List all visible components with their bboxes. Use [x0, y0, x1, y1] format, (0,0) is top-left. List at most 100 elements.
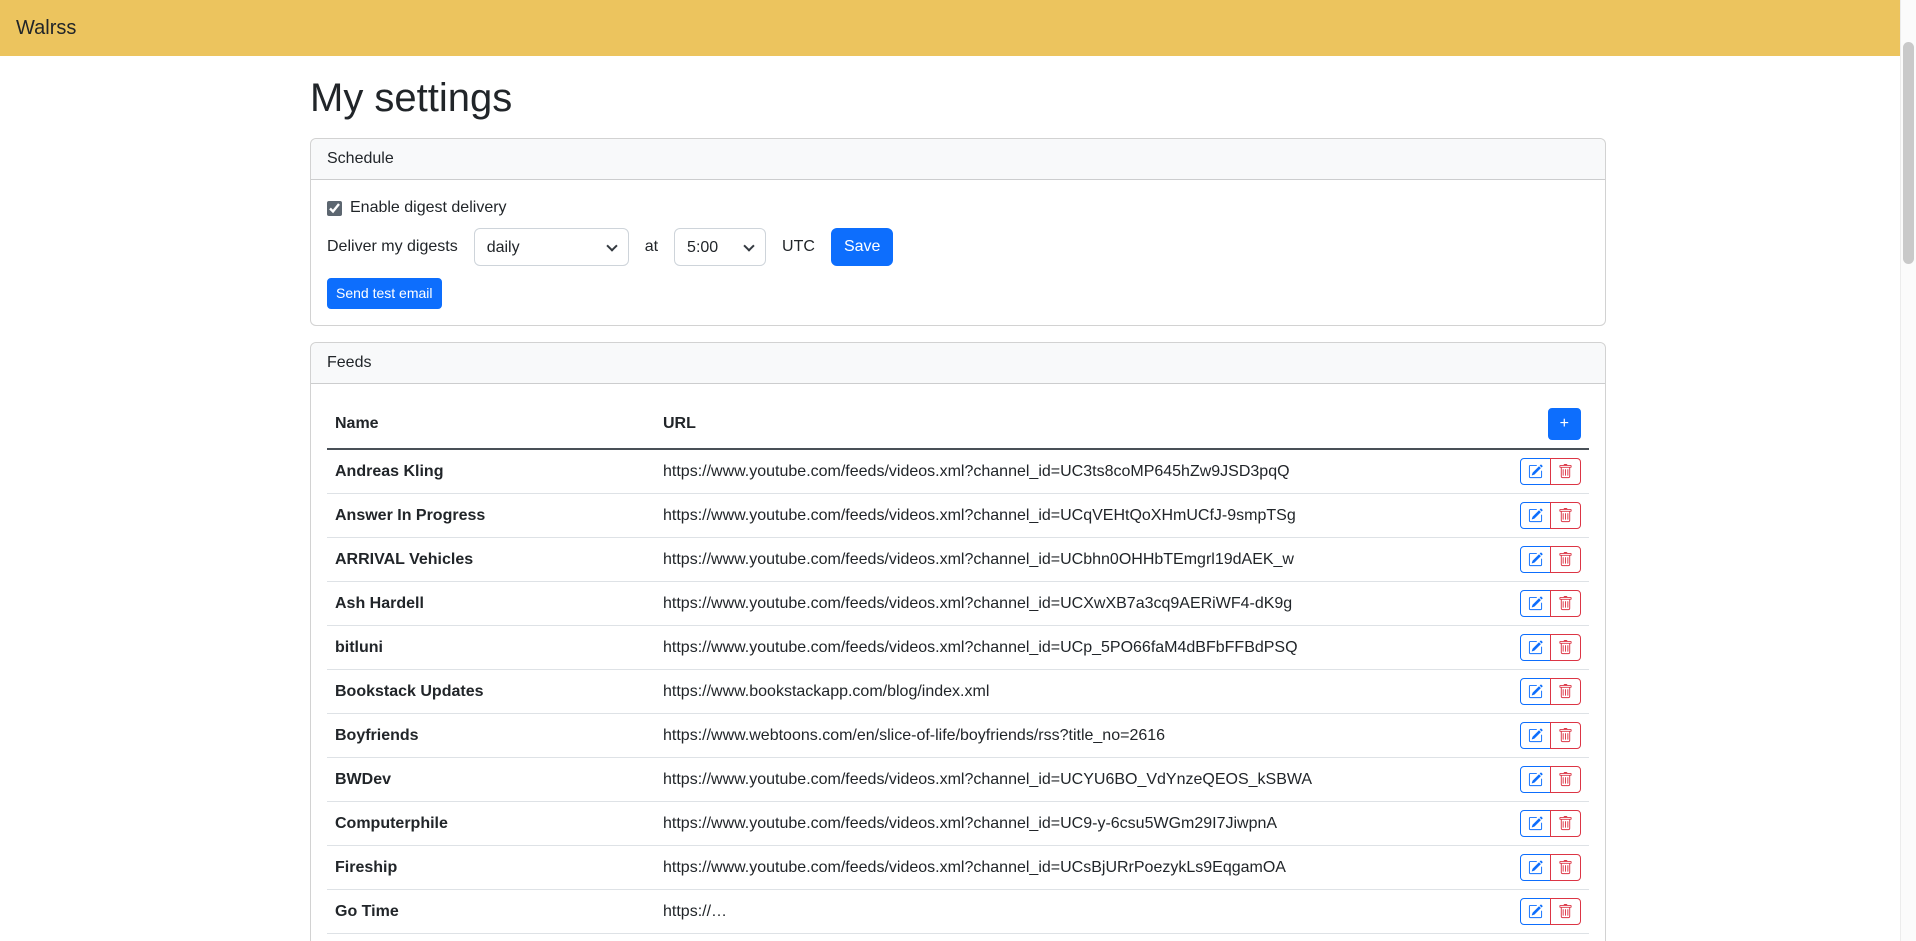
enable-digest-row: Enable digest delivery [327, 196, 1589, 220]
edit-feed-button[interactable] [1520, 766, 1551, 793]
feed-actions [1479, 714, 1589, 758]
save-button[interactable]: Save [831, 228, 893, 266]
feeds-card: Feeds Name URL + Andreas Kling https://w… [310, 342, 1606, 941]
feed-name: bitluni [327, 626, 655, 670]
delete-feed-button[interactable] [1550, 766, 1581, 793]
time-select-wrap: 5:00 [674, 228, 766, 266]
main-content: My settings Schedule Enable digest deliv… [298, 74, 1618, 941]
pencil-square-icon [1528, 464, 1543, 479]
feed-actions [1479, 802, 1589, 846]
feed-name: Boyfriends [327, 714, 655, 758]
schedule-card-body: Enable digest delivery Deliver my digest… [311, 180, 1605, 325]
table-row: Computerphile https://www.youtube.com/fe… [327, 802, 1589, 846]
delete-feed-button[interactable] [1550, 546, 1581, 573]
feed-url: https://www.youtube.com/feeds/videos.xml… [655, 538, 1479, 582]
navbar-brand[interactable]: Walrss [16, 17, 76, 39]
table-row: Andreas Kling https://www.youtube.com/fe… [327, 449, 1589, 494]
feed-url: https://www.bookstackapp.com/blog/index.… [655, 670, 1479, 714]
table-row: Ash Hardell https://www.youtube.com/feed… [327, 582, 1589, 626]
delete-feed-button[interactable] [1550, 810, 1581, 837]
edit-feed-button[interactable] [1520, 546, 1551, 573]
table-row: Bookstack Updates https://www.bookstacka… [327, 670, 1589, 714]
feed-actions [1479, 494, 1589, 538]
feed-actions-group [1520, 898, 1581, 925]
edit-feed-button[interactable] [1520, 502, 1551, 529]
feed-name: Answer In Progress [327, 494, 655, 538]
edit-feed-button[interactable] [1520, 854, 1551, 881]
feed-url: https://www.youtube.com/feeds/videos.xml… [655, 582, 1479, 626]
timezone-label: UTC [782, 238, 815, 256]
trash-icon [1558, 816, 1573, 831]
feed-actions-group [1520, 502, 1581, 529]
table-row: BWDev https://www.youtube.com/feeds/vide… [327, 758, 1589, 802]
edit-feed-button[interactable] [1520, 722, 1551, 749]
time-select[interactable]: 5:00 [674, 228, 766, 266]
feed-actions-group [1520, 810, 1581, 837]
feed-actions-group [1520, 722, 1581, 749]
delete-feed-button[interactable] [1550, 898, 1581, 925]
edit-feed-button[interactable] [1520, 810, 1551, 837]
navbar: Walrss [0, 0, 1916, 56]
delete-feed-button[interactable] [1550, 854, 1581, 881]
enable-digest-label: Enable digest delivery [350, 199, 507, 217]
feed-url: https://www.youtube.com/feeds/videos.xml… [655, 449, 1479, 494]
table-row: Boyfriends https://www.webtoons.com/en/s… [327, 714, 1589, 758]
delete-feed-button[interactable] [1550, 722, 1581, 749]
feed-actions [1479, 890, 1589, 934]
deliver-digests-label: Deliver my digests [327, 238, 458, 256]
edit-feed-button[interactable] [1520, 590, 1551, 617]
delete-feed-button[interactable] [1550, 678, 1581, 705]
delete-feed-button[interactable] [1550, 634, 1581, 661]
pencil-square-icon [1528, 728, 1543, 743]
table-row: Answer In Progress https://www.youtube.c… [327, 494, 1589, 538]
feed-actions [1479, 582, 1589, 626]
feed-actions-group [1520, 458, 1581, 485]
trash-icon [1558, 464, 1573, 479]
feeds-card-header: Feeds [311, 343, 1605, 384]
delete-feed-button[interactable] [1550, 590, 1581, 617]
feeds-card-body: Name URL + Andreas Kling https://www.you… [311, 384, 1605, 941]
delete-feed-button[interactable] [1550, 502, 1581, 529]
feed-url: https://www.youtube.com/feeds/videos.xml… [655, 626, 1479, 670]
page-title: My settings [310, 74, 1606, 122]
trash-icon [1558, 772, 1573, 787]
feed-url: https://… [655, 890, 1479, 934]
trash-icon [1558, 684, 1573, 699]
column-header-name: Name [327, 400, 655, 449]
at-label: at [645, 238, 658, 256]
feed-name: Bookstack Updates [327, 670, 655, 714]
add-feed-button[interactable]: + [1548, 408, 1581, 440]
feed-actions-group [1520, 766, 1581, 793]
feed-url: https://www.youtube.com/feeds/videos.xml… [655, 494, 1479, 538]
table-row: bitluni https://www.youtube.com/feeds/vi… [327, 626, 1589, 670]
column-header-actions: + [1479, 400, 1589, 449]
pencil-square-icon [1528, 640, 1543, 655]
scrollbar[interactable] [1900, 0, 1916, 941]
feed-name: Ash Hardell [327, 582, 655, 626]
feed-name: BWDev [327, 758, 655, 802]
feed-actions [1479, 846, 1589, 890]
feed-actions [1479, 670, 1589, 714]
feed-url: https://www.webtoons.com/en/slice-of-lif… [655, 714, 1479, 758]
trash-icon [1558, 596, 1573, 611]
edit-feed-button[interactable] [1520, 678, 1551, 705]
pencil-square-icon [1528, 816, 1543, 831]
pencil-square-icon [1528, 596, 1543, 611]
frequency-select[interactable]: daily [474, 228, 629, 266]
feeds-table: Name URL + Andreas Kling https://www.you… [327, 400, 1589, 934]
delete-feed-button[interactable] [1550, 458, 1581, 485]
feed-name: Andreas Kling [327, 449, 655, 494]
send-test-email-button[interactable]: Send test email [327, 278, 442, 309]
trash-icon [1558, 508, 1573, 523]
edit-feed-button[interactable] [1520, 898, 1551, 925]
pencil-square-icon [1528, 552, 1543, 567]
trash-icon [1558, 904, 1573, 919]
edit-feed-button[interactable] [1520, 458, 1551, 485]
schedule-card: Schedule Enable digest delivery Deliver … [310, 138, 1606, 326]
scrollbar-thumb[interactable] [1903, 42, 1914, 264]
feed-actions-group [1520, 678, 1581, 705]
edit-feed-button[interactable] [1520, 634, 1551, 661]
feed-url: https://www.youtube.com/feeds/videos.xml… [655, 846, 1479, 890]
enable-digest-checkbox[interactable] [327, 201, 342, 216]
feed-url: https://www.youtube.com/feeds/videos.xml… [655, 758, 1479, 802]
